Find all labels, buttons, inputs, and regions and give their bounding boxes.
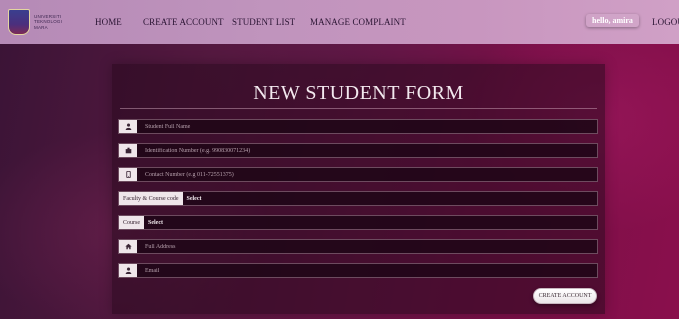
nav-logout[interactable]: LOGOU: [652, 17, 679, 27]
logo-line: MARA: [34, 24, 48, 30]
nav-home[interactable]: HOME: [95, 17, 122, 27]
nav-manage-complaint[interactable]: MANAGE COMPLAINT: [310, 17, 406, 27]
course-label: Course: [119, 216, 144, 229]
email-row: [118, 263, 598, 278]
ic-number-row: [118, 143, 598, 158]
student-form-card: NEW STUDENT FORM Faculty & Course code S…: [112, 64, 605, 314]
course-select[interactable]: Select: [144, 216, 597, 229]
user-icon: [119, 120, 137, 133]
top-navbar: UNIVERSITI TEKNOLOGI MARA HOME CREATE AC…: [0, 0, 679, 44]
address-input[interactable]: [137, 240, 597, 253]
contact-row: [118, 167, 598, 182]
ic-number-input[interactable]: [137, 144, 597, 157]
faculty-row: Faculty & Course code Select: [118, 191, 598, 206]
contact-input[interactable]: [137, 168, 597, 181]
crest-icon: [8, 9, 30, 35]
id-card-icon: [119, 144, 137, 157]
user-icon: [119, 264, 137, 277]
nav-student-list[interactable]: STUDENT LIST: [232, 17, 295, 27]
email-input[interactable]: [137, 264, 597, 277]
user-greeting: hello, amira: [586, 14, 639, 27]
create-account-button[interactable]: CREATE ACCOUNT: [533, 288, 597, 304]
title-divider: [120, 108, 597, 109]
form-title: NEW STUDENT FORM: [253, 82, 464, 104]
nav-create-account[interactable]: CREATE ACCOUNT: [143, 17, 224, 27]
faculty-select[interactable]: Select: [183, 192, 598, 205]
full-name-row: [118, 119, 598, 134]
full-name-input[interactable]: [137, 120, 597, 133]
faculty-label: Faculty & Course code: [119, 192, 183, 205]
address-row: [118, 239, 598, 254]
university-logo[interactable]: UNIVERSITI TEKNOLOGI MARA: [8, 8, 78, 36]
home-icon: [119, 240, 137, 253]
phone-icon: [119, 168, 137, 181]
logo-text: UNIVERSITI TEKNOLOGI MARA: [34, 14, 62, 31]
course-row: Course Select: [118, 215, 598, 230]
